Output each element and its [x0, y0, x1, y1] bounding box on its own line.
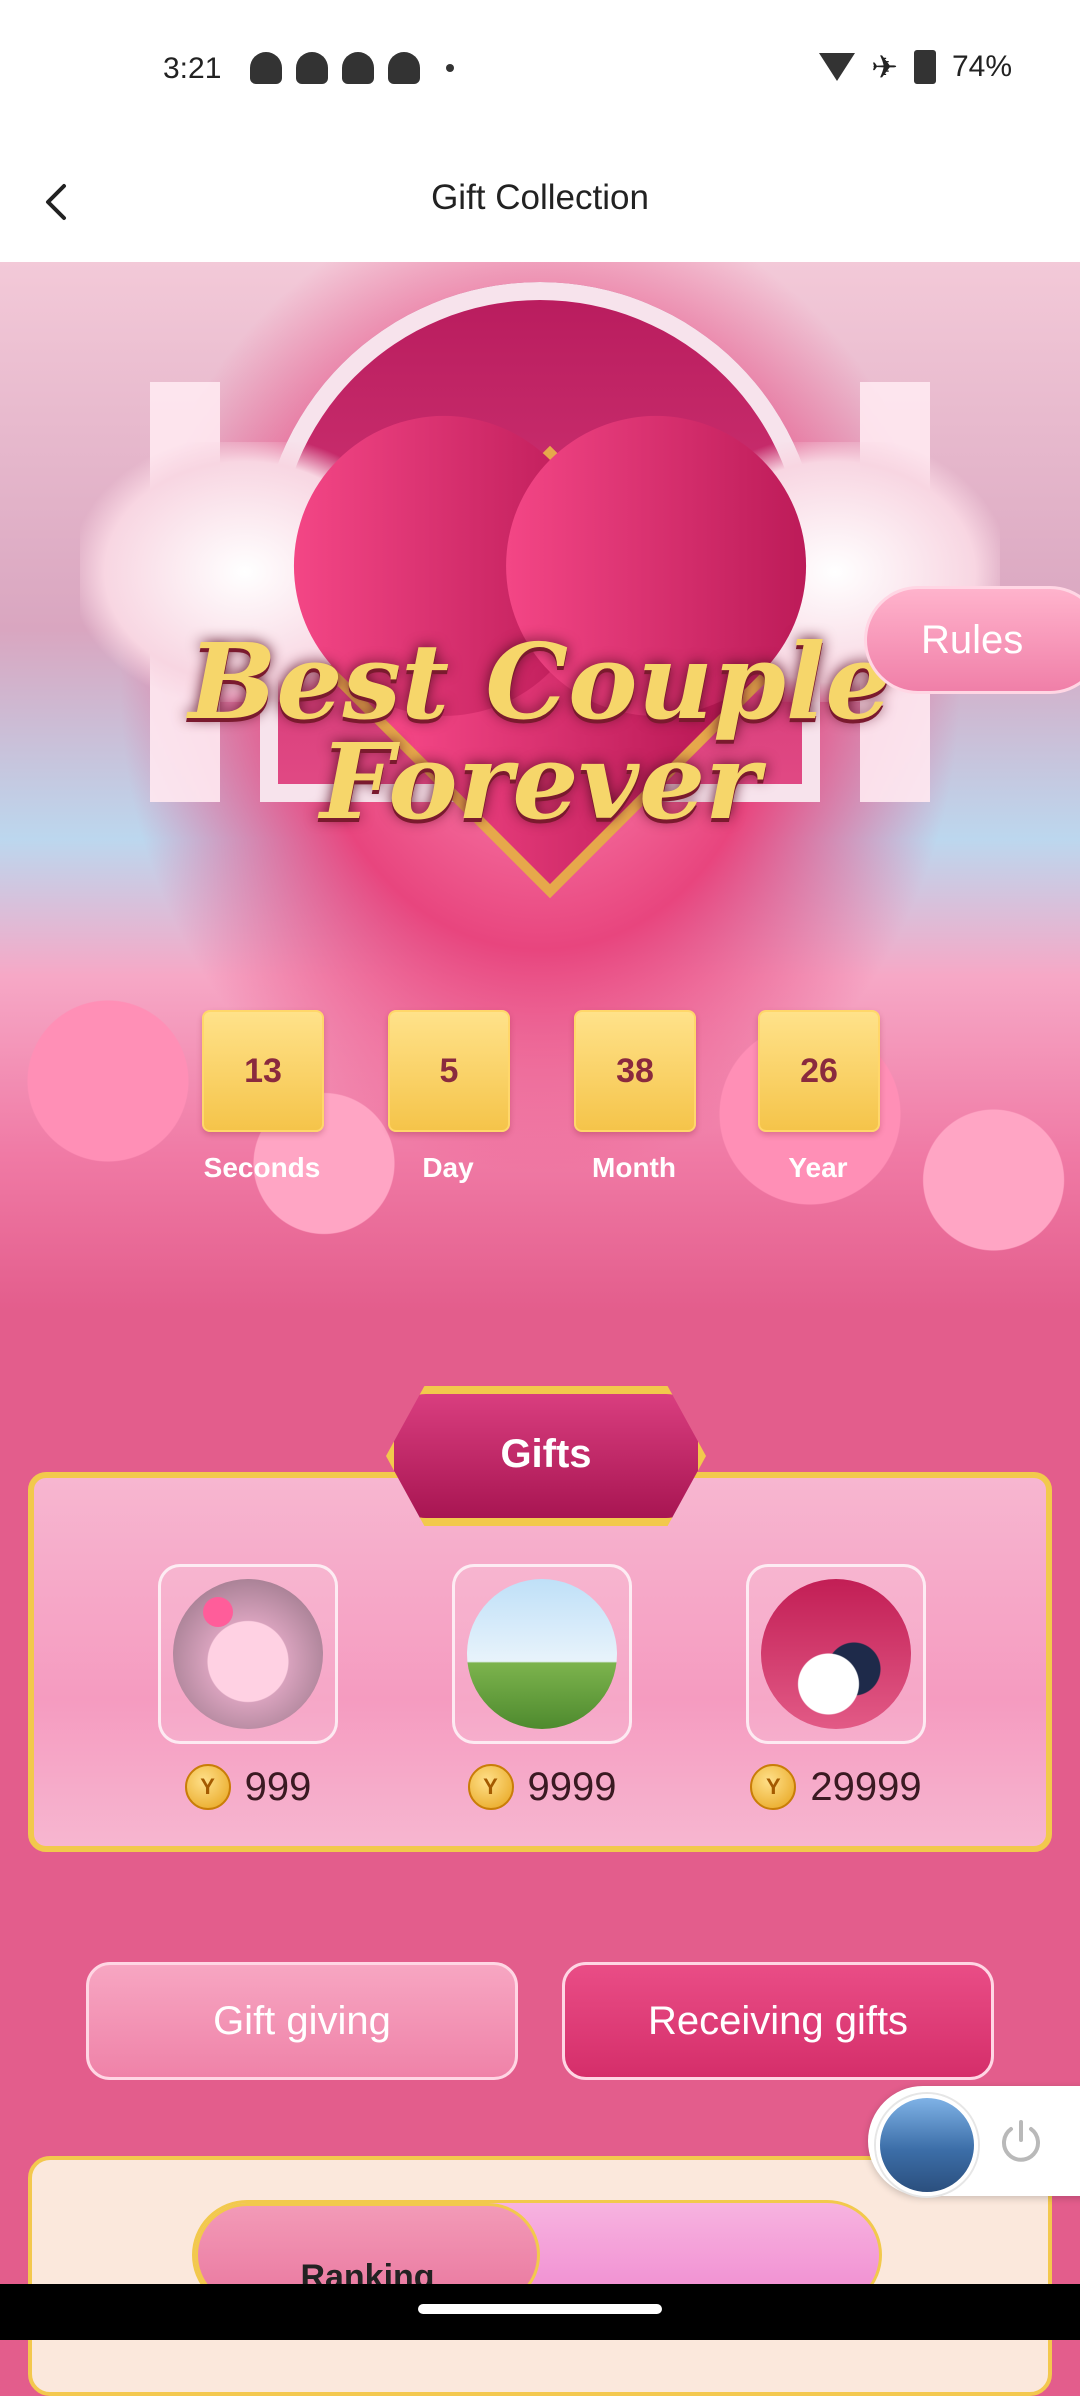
coin-icon: Y — [184, 1764, 231, 1810]
coin-icon: Y — [750, 1764, 797, 1810]
status-bar: 3:21 ✈ 74% — [0, 0, 1080, 140]
countdown-value: 13 — [202, 1010, 324, 1132]
countdown-value: 5 — [388, 1010, 510, 1132]
avatar[interactable] — [876, 2094, 978, 2196]
page-title: Gift Collection — [431, 178, 649, 217]
gift-item-teddy-bear[interactable]: Y 999 — [158, 1564, 338, 1810]
tab-receiving-gifts[interactable]: Receiving gifts — [562, 1962, 994, 2080]
gift-price-value: 9999 — [527, 1764, 617, 1809]
gift-item-proposal[interactable]: Y 9999 — [452, 1564, 632, 1810]
status-time: 3:21 — [163, 52, 222, 85]
power-icon[interactable] — [996, 2116, 1046, 2166]
gift-price: Y 999 — [158, 1764, 338, 1810]
countdown-label: Month — [592, 1152, 676, 1183]
countdown-label: Day — [422, 1152, 474, 1183]
airplane-icon: ✈ — [871, 49, 898, 85]
more-notifications-icon — [446, 64, 454, 72]
gift-frame — [452, 1564, 632, 1744]
gift-price: Y 9999 — [452, 1764, 632, 1810]
battery-icon — [913, 50, 936, 84]
snapchat-icon — [388, 52, 420, 84]
system-nav-bar — [0, 2284, 1080, 2340]
floating-room-widget[interactable] — [868, 2086, 1080, 2196]
gifts-header-badge: Gifts — [356, 1368, 736, 1544]
gift-frame — [158, 1564, 338, 1744]
snapchat-icon — [250, 52, 282, 84]
event-title-line2: Forever — [320, 720, 760, 843]
gift-frame — [746, 1564, 926, 1744]
gift-price: Y 29999 — [746, 1764, 926, 1810]
snapchat-icon — [342, 52, 374, 84]
countdown-timer: 13 Seconds 5 Day 38 Month 26 Year — [0, 1010, 1080, 1190]
countdown-day: 5 Day — [388, 1010, 510, 1184]
notification-icons — [250, 52, 454, 84]
gifts-title: Gifts — [500, 1432, 592, 1476]
system-icons: ✈ 74% — [819, 50, 1012, 84]
countdown-value: 26 — [758, 1010, 880, 1132]
countdown-month: 38 Month — [574, 1010, 696, 1184]
wedding-couple-icon — [761, 1579, 911, 1729]
countdown-label: Seconds — [203, 1152, 321, 1183]
coin-icon: Y — [467, 1764, 514, 1810]
app-header: Gift Collection — [0, 140, 1080, 262]
proposal-couple-icon — [467, 1579, 617, 1729]
wifi-icon — [819, 53, 856, 81]
gift-item-wedding[interactable]: Y 29999 — [746, 1564, 926, 1810]
countdown-label: Year — [788, 1152, 848, 1183]
battery-percent: 74% — [951, 50, 1012, 83]
snapchat-icon — [296, 52, 328, 84]
tab-gift-giving[interactable]: Gift giving — [86, 1962, 518, 2080]
heart-balloon-icon — [203, 1597, 233, 1627]
home-indicator[interactable] — [418, 2304, 662, 2314]
teddy-bear-icon — [173, 1579, 323, 1729]
countdown-seconds: 13 Seconds — [202, 1010, 324, 1184]
rules-button[interactable]: Rules — [864, 586, 1080, 694]
gift-price-value: 29999 — [810, 1764, 922, 1809]
countdown-value: 38 — [574, 1010, 696, 1132]
countdown-year: 26 Year — [758, 1010, 880, 1184]
gift-price-value: 999 — [244, 1764, 312, 1809]
